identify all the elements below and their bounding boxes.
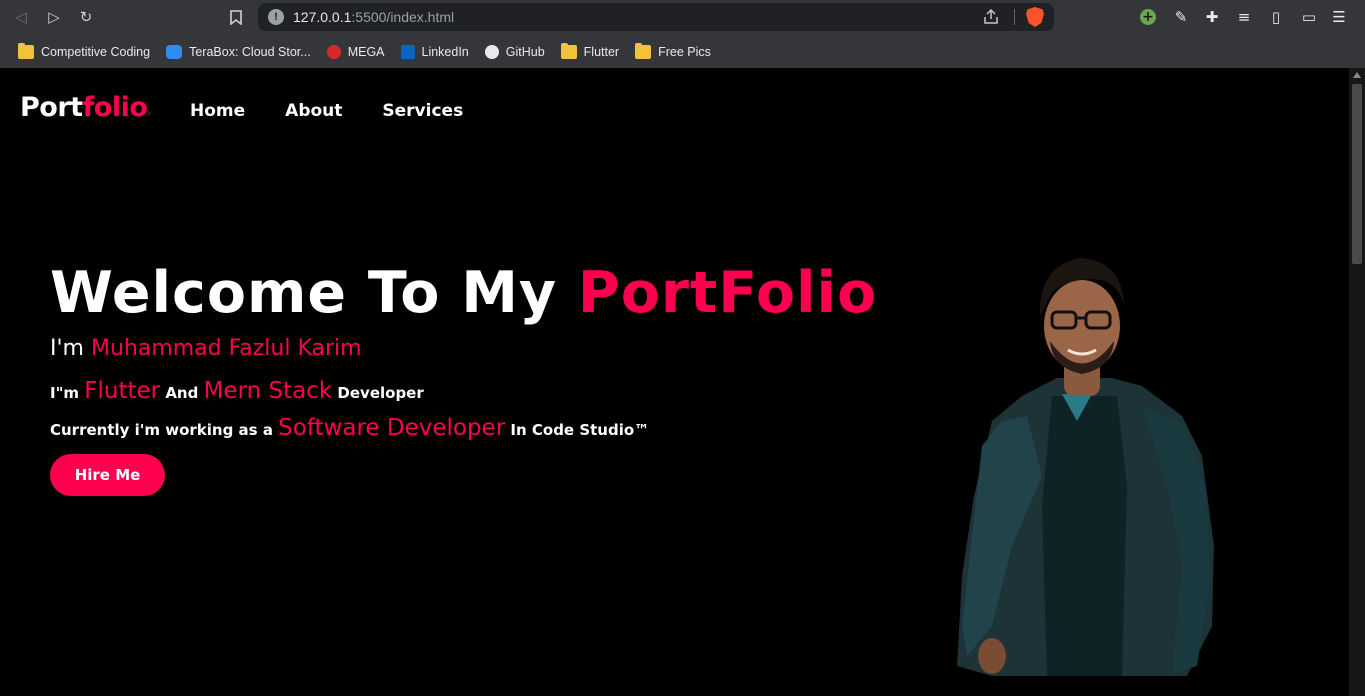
share-icon[interactable] bbox=[982, 8, 1000, 26]
work-line: Currently i'm working as a Software Deve… bbox=[50, 415, 650, 441]
divider bbox=[1014, 9, 1015, 25]
profile-photo bbox=[957, 258, 1214, 676]
main-nav: Home About Services bbox=[190, 101, 463, 121]
bookmark-mega[interactable]: MEGA bbox=[319, 40, 393, 64]
wallet-icon[interactable]: ▭ bbox=[1300, 8, 1318, 26]
bookmark-icon[interactable] bbox=[225, 6, 247, 28]
address-bar[interactable]: ! 127.0.0.1:5500/index.html bbox=[258, 3, 1054, 31]
role-line: I"m Flutter And Mern Stack Developer bbox=[50, 378, 424, 404]
url-text: 127.0.0.1:5500/index.html bbox=[293, 9, 455, 25]
bookmark-free-pics[interactable]: Free Pics bbox=[627, 40, 719, 64]
extension-plus-icon[interactable]: + bbox=[1139, 8, 1157, 26]
bookmark-flutter[interactable]: Flutter bbox=[553, 40, 627, 64]
nav-about[interactable]: About bbox=[285, 101, 342, 121]
bookmark-terabox[interactable]: TeraBox: Cloud Stor... bbox=[158, 40, 319, 64]
browser-toolbar: ◁ ▷ ↻ ! 127.0.0.1:5500/index.html + ✎ ✚ … bbox=[0, 0, 1365, 35]
bookmark-competitive-coding[interactable]: Competitive Coding bbox=[10, 40, 158, 64]
nav-home[interactable]: Home bbox=[190, 101, 245, 121]
hero-title: Welcome To My PortFolio bbox=[50, 260, 878, 326]
folder-icon bbox=[18, 42, 34, 59]
extensions-puzzle-icon[interactable]: ✚ bbox=[1203, 8, 1221, 26]
site-info-icon[interactable]: ! bbox=[268, 9, 284, 25]
back-icon[interactable]: ◁ bbox=[10, 6, 32, 28]
site-logo[interactable]: Portfolio› bbox=[20, 92, 151, 123]
page-viewport: Portfolio› Home About Services Welcome T… bbox=[0, 68, 1349, 696]
playlist-icon[interactable]: ≡ bbox=[1235, 8, 1253, 26]
extension-pen-icon[interactable]: ✎ bbox=[1172, 8, 1190, 26]
scroll-thumb[interactable] bbox=[1352, 84, 1362, 264]
menu-icon[interactable]: ☰ bbox=[1330, 8, 1348, 26]
forward-icon[interactable]: ▷ bbox=[43, 6, 65, 28]
folder-icon bbox=[560, 42, 577, 59]
bookmark-github[interactable]: GitHub bbox=[477, 40, 553, 64]
github-icon bbox=[484, 44, 499, 59]
intro-line: I'm Muhammad Fazlul Karim bbox=[50, 336, 362, 361]
folder-icon bbox=[635, 42, 652, 59]
bookmark-linkedin[interactable]: LinkedIn bbox=[393, 40, 477, 64]
scrollbar[interactable] bbox=[1349, 68, 1365, 696]
reload-icon[interactable]: ↻ bbox=[75, 6, 97, 28]
bookmarks-bar: Competitive Coding TeraBox: Cloud Stor..… bbox=[0, 35, 1365, 68]
brave-shields-icon[interactable] bbox=[1026, 7, 1044, 27]
hire-me-button[interactable]: Hire Me bbox=[50, 454, 165, 496]
sidebar-icon[interactable]: ▯ bbox=[1267, 8, 1285, 26]
nav-services[interactable]: Services bbox=[382, 101, 463, 121]
terabox-icon bbox=[166, 44, 183, 59]
linkedin-icon bbox=[400, 44, 415, 59]
mega-icon bbox=[326, 44, 341, 59]
scroll-up-icon[interactable] bbox=[1353, 72, 1361, 78]
